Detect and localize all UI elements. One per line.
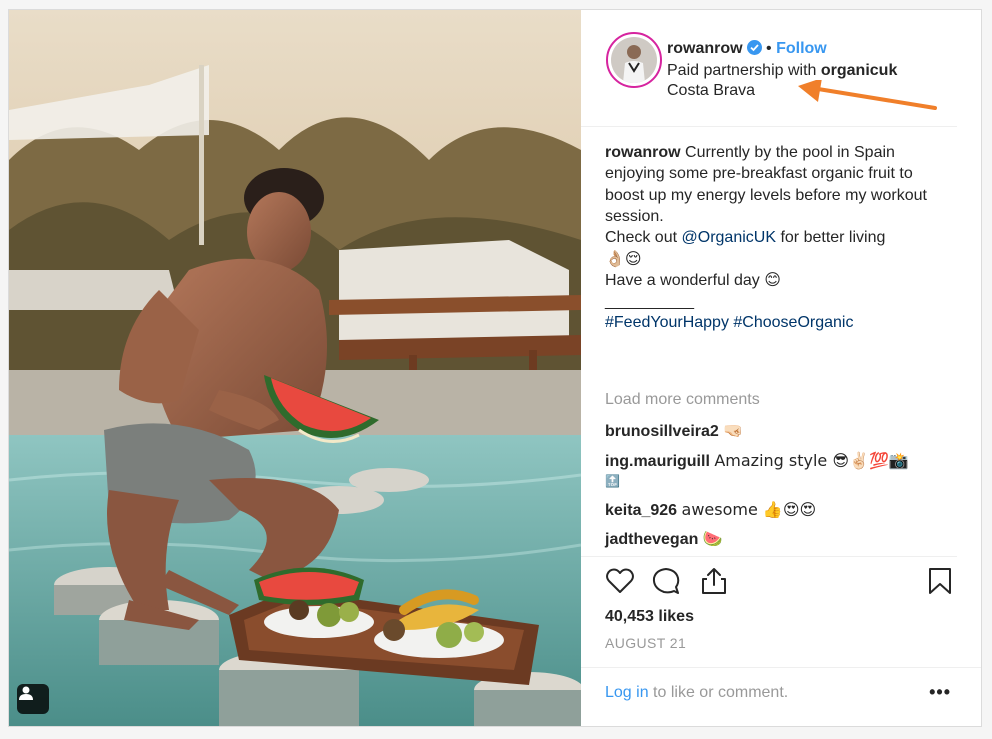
caption-check-text: Check out [605, 229, 678, 247]
caption-separator: __________ [605, 293, 694, 311]
comment-text: 🍉 [702, 529, 723, 548]
login-prompt: Log in to like or comment. [605, 684, 788, 702]
share-icon[interactable] [699, 566, 729, 596]
comment-text: awesome 👍😍😍 [681, 500, 817, 519]
comment: keita_926 awesome 👍😍😍 [605, 500, 816, 520]
hashtags[interactable]: #FeedYourHappy #ChooseOrganic [605, 312, 955, 333]
post-photo-illustration [9, 10, 581, 726]
partnership-prefix: Paid partnership with [667, 62, 817, 79]
annotation-arrow [798, 80, 937, 110]
header-divider [581, 126, 957, 127]
user-tag-icon[interactable] [17, 684, 49, 714]
comment-username[interactable]: ing.mauriguill [605, 453, 710, 470]
comment-username[interactable]: brunosillveira2 [605, 423, 719, 440]
comment-extra: 🔝 [605, 474, 620, 488]
comment-text: 🤜🏻 [723, 421, 744, 440]
likes-count[interactable]: 40,453 likes [605, 608, 694, 626]
caption-wish: Have a wonderful day 😊 [605, 271, 781, 289]
comment: ing.mauriguill Amazing style 😎✌🏻💯📸 [605, 451, 909, 471]
header-user-line: rowanrow • Follow [667, 40, 827, 58]
post-date: AUGUST 21 [605, 635, 687, 651]
login-rest: to like or comment. [653, 684, 789, 701]
comments-divider [581, 556, 957, 557]
login-link[interactable]: Log in [605, 684, 649, 701]
caption-emoji-line: 👌🏼😌 [605, 249, 642, 269]
comment: jadthevegan 🍉 [605, 529, 723, 549]
avatar[interactable] [606, 32, 662, 88]
comment-text: Amazing style 😎✌🏻💯📸 [714, 451, 909, 470]
comment: brunosillveira2 🤜🏻 [605, 421, 743, 441]
action-bar [605, 563, 955, 603]
verified-badge-icon [746, 40, 762, 55]
caption-body: rowanrow Currently by the pool in Spain … [605, 142, 955, 227]
caption-check-tail: for better living [780, 229, 886, 247]
partnership-line: Paid partnership with organicuk [667, 62, 897, 80]
header-dot: • [766, 40, 772, 57]
location-link[interactable]: Costa Brava [667, 82, 755, 100]
caption: rowanrow Currently by the pool in Spain … [605, 142, 955, 334]
follow-button[interactable]: Follow [776, 40, 827, 57]
comment-username[interactable]: jadthevegan [605, 531, 698, 548]
load-more-comments-button[interactable]: Load more comments [605, 391, 760, 409]
bookmark-icon[interactable] [925, 566, 955, 596]
comment-icon[interactable] [651, 566, 681, 596]
mention-link[interactable]: @OrganicUK [682, 229, 777, 246]
post-username[interactable]: rowanrow [667, 40, 743, 57]
partner-link[interactable]: organicuk [821, 62, 897, 79]
comment-username[interactable]: keita_926 [605, 502, 677, 519]
post-photo[interactable] [9, 10, 581, 726]
caption-check-line: Check out @OrganicUK for better living [605, 227, 955, 248]
heart-icon[interactable] [605, 566, 635, 596]
footer-divider [581, 667, 981, 668]
caption-username[interactable]: rowanrow [605, 144, 681, 161]
more-options-button[interactable]: ••• [929, 682, 951, 703]
